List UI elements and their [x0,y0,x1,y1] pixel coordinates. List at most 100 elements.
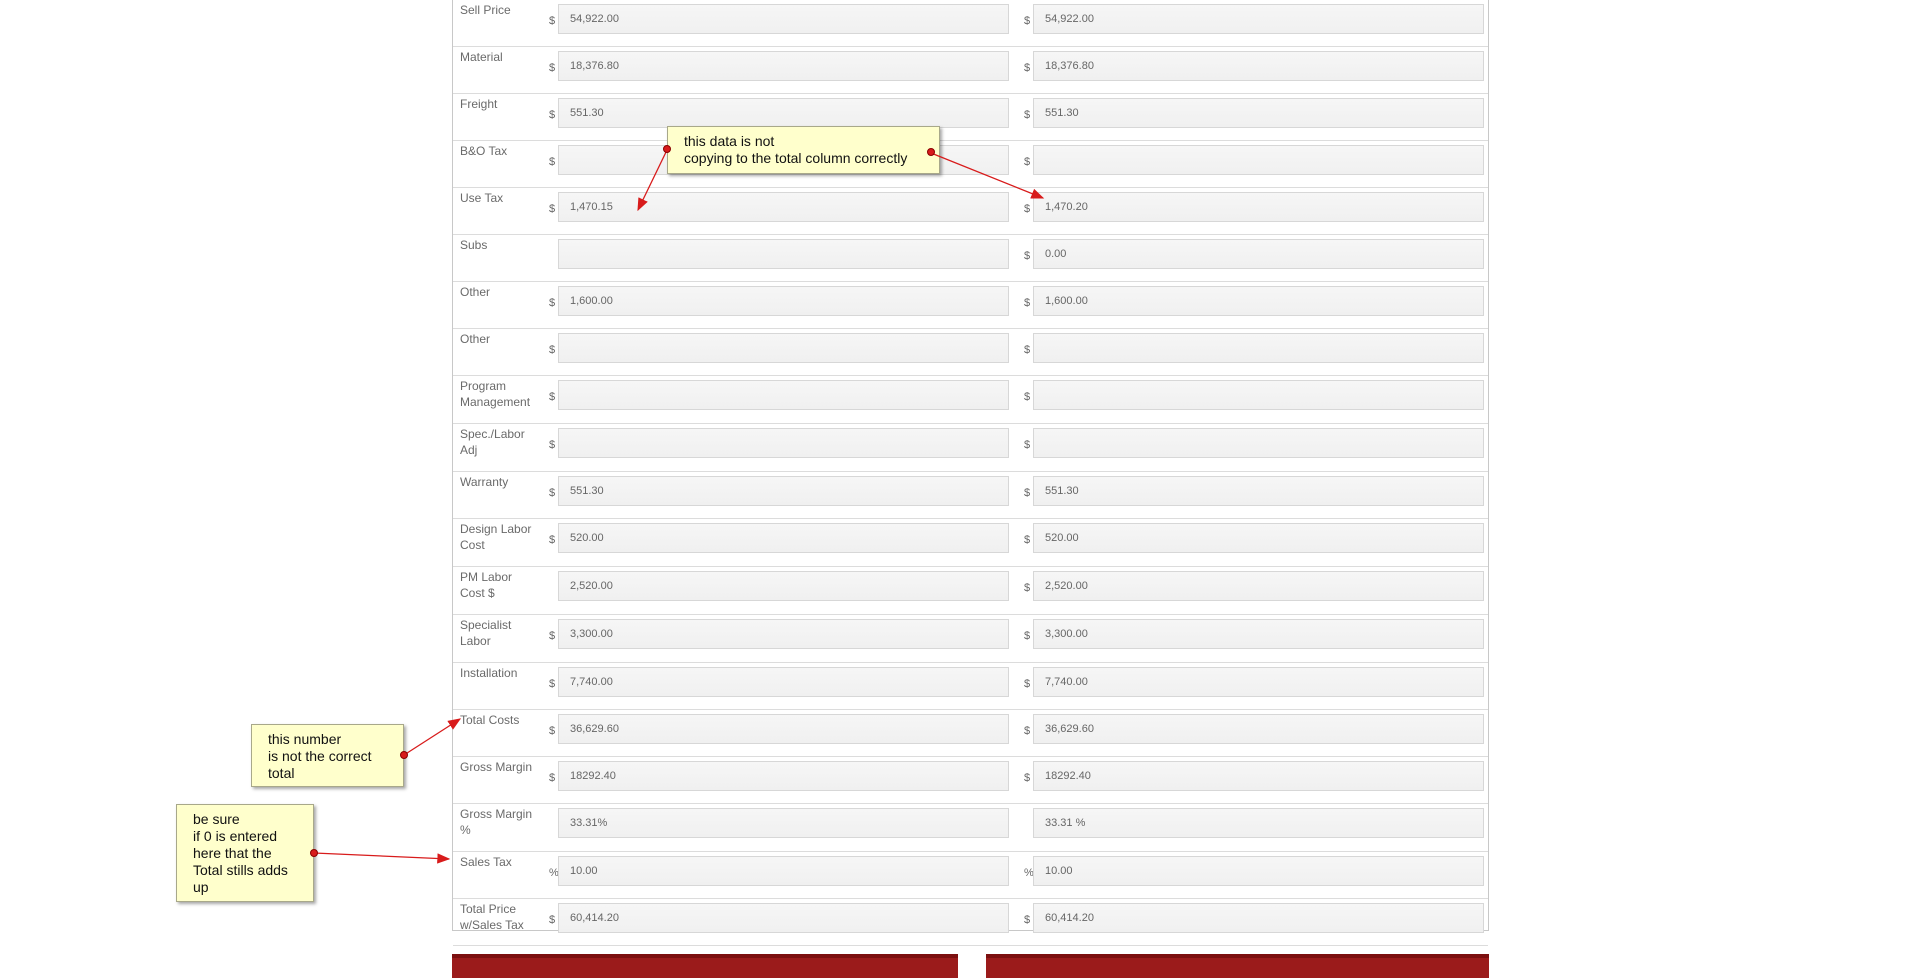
value-input-right[interactable] [1033,380,1484,410]
currency-prefix: $ [1024,534,1031,546]
value-input-right[interactable]: 1,470.20 [1033,192,1484,222]
value-input-right[interactable]: 0.00 [1033,239,1484,269]
cost-summary-table: Sell Price $54,922.00 $54,922.00 Material $1… [452,0,1489,946]
value-input-right[interactable]: 60,414.20 [1033,903,1484,933]
currency-prefix: $ [549,297,556,309]
table-row: Sales Tax% 10.00% 10.00 [453,852,1488,899]
table-row: Other $ $ [453,329,1488,376]
currency-prefix: $ [1024,582,1031,594]
row-label: Spec./Labor Adj [460,427,525,457]
row-label: Specialist Labor [460,618,512,648]
row-label: Subs [460,238,488,252]
value-input-left[interactable]: 2,520.00 [558,571,1009,601]
currency-prefix: $ [549,15,556,27]
value-input-right[interactable]: 551.30 [1033,98,1484,128]
currency-prefix: $ [549,914,556,926]
currency-prefix: $ [1024,15,1031,27]
value-input-left[interactable] [558,333,1009,363]
value-input-left[interactable]: 60,414.20 [558,903,1009,933]
value-input-right[interactable]: 33.31 % [1033,808,1484,838]
value-input-left[interactable]: 1,600.00 [558,286,1009,316]
currency-prefix: $ [1024,344,1031,356]
currency-prefix: $ [549,439,556,451]
currency-prefix: $ [549,156,556,168]
table-row: Spec./Labor Adj $ $ [453,424,1488,472]
row-label: PM Labor Cost $ [460,570,513,600]
table-row: Subs $0.00 [453,235,1488,282]
annotation-dot [927,148,935,156]
table-row: Material $18,376.80 $18,376.80 [453,47,1488,94]
currency-prefix: $ [1024,678,1031,690]
value-input-right[interactable]: 3,300.00 [1033,619,1484,649]
value-input-left[interactable]: 3,300.00 [558,619,1009,649]
currency-prefix: $ [1024,297,1031,309]
table-row: Sell Price $54,922.00 $54,922.00 [453,0,1488,47]
value-input-right[interactable]: 54,922.00 [1033,4,1484,34]
row-label: Freight [460,97,498,111]
annotation-dot [663,145,671,153]
value-input-right[interactable]: 18292.40 [1033,761,1484,791]
row-label: Design Labor Cost [460,522,532,552]
arrow-to-sales-tax [313,852,451,864]
table-row: Use Tax $1,470.15 $1,470.20 [453,188,1488,235]
table-row: Freight $551.30 $551.30 [453,94,1488,141]
currency-prefix: $ [549,534,556,546]
value-input-right[interactable] [1033,428,1484,458]
currency-prefix: $ [549,725,556,737]
value-input-left[interactable] [558,239,1009,269]
value-input-left[interactable]: 1,470.15 [558,192,1009,222]
value-input-left[interactable]: 18292.40 [558,761,1009,791]
currency-prefix: $ [1024,772,1031,784]
value-input-right[interactable] [1033,333,1484,363]
value-input-left[interactable]: 33.31% [558,808,1009,838]
value-input-right[interactable]: 2,520.00 [1033,571,1484,601]
value-input-right[interactable] [1033,145,1484,175]
currency-prefix: $ [1024,725,1031,737]
action-button-left[interactable] [452,954,958,978]
table-row: Warranty $551.30 $551.30 [453,472,1488,519]
value-input-left[interactable]: 36,629.60 [558,714,1009,744]
currency-prefix: $ [549,109,556,121]
currency-prefix: $ [1024,203,1031,215]
table-row: Installation $7,740.00 $7,740.00 [453,663,1488,710]
row-label: Sell Price [460,3,511,17]
row-label: Other [460,285,491,299]
currency-prefix: $ [1024,914,1031,926]
currency-prefix: $ [1024,156,1031,168]
currency-prefix: $ [549,487,556,499]
value-input-right[interactable]: 551.30 [1033,476,1484,506]
currency-prefix: $ [1024,62,1031,74]
row-label: B&O Tax [460,144,508,158]
value-input-left[interactable] [558,380,1009,410]
table-row: Other $1,600.00 $1,600.00 [453,282,1488,329]
value-input-left[interactable]: 520.00 [558,523,1009,553]
value-input-left[interactable]: 18,376.80 [558,51,1009,81]
table-row: Total Price w/Sales Tax $60,414.20 $60,414… [453,899,1488,946]
table-row: Specialist Labor $3,300.00 $3,300.00 [453,615,1488,663]
value-input-left[interactable]: 10.00 [558,856,1009,886]
currency-prefix: $ [549,203,556,215]
value-input-right[interactable]: 520.00 [1033,523,1484,553]
currency-prefix: $ [549,678,556,690]
table-row: Gross Margin % 33.31% 33.31 % [453,804,1488,852]
value-input-left[interactable]: 54,922.00 [558,4,1009,34]
row-label: Total Price w/Sales Tax [460,902,524,932]
currency-prefix: $ [1024,250,1031,262]
value-input-right[interactable]: 1,600.00 [1033,286,1484,316]
value-input-right[interactable]: 7,740.00 [1033,667,1484,697]
annotation-copy-note: this data is not copying to the total co… [667,126,940,174]
value-input-left[interactable]: 551.30 [558,98,1009,128]
currency-prefix: $ [549,630,556,642]
value-input-left[interactable] [558,428,1009,458]
value-input-right[interactable]: 36,629.60 [1033,714,1484,744]
value-input-left[interactable]: 7,740.00 [558,667,1009,697]
annotation-dot [310,849,318,857]
value-input-right[interactable]: 18,376.80 [1033,51,1484,81]
value-input-left[interactable]: 551.30 [558,476,1009,506]
annotation-sales-tax-note: be sure if 0 is entered here that the To… [176,804,314,902]
table-row: PM Labor Cost $2,520.00 $2,520.00 [453,567,1488,615]
row-label: Gross Margin [460,760,533,774]
action-button-right[interactable] [986,954,1489,978]
value-input-right[interactable]: 10.00 [1033,856,1484,886]
row-label: Sales Tax [460,855,512,869]
